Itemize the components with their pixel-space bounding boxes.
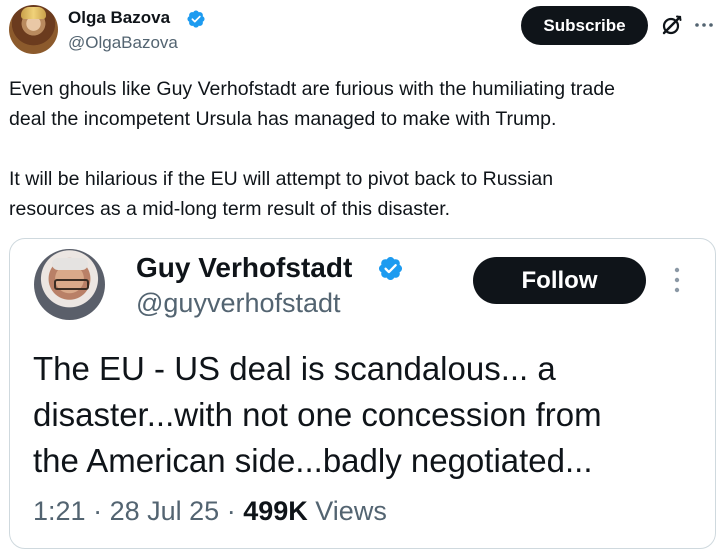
subscribe-button[interactable]: Subscribe [521, 6, 648, 45]
quoted-author-avatar[interactable] [34, 249, 105, 320]
meta-separator: · [93, 496, 103, 526]
views-label: Views [315, 496, 387, 526]
verified-badge-icon [378, 256, 403, 281]
meta-separator: · [226, 496, 236, 526]
quoted-author-handle[interactable]: @guyverhofstadt [136, 288, 341, 319]
post-time[interactable]: 1:21 [33, 496, 86, 526]
post-paragraph-2: It will be hilarious if the EU will atte… [9, 168, 554, 220]
follow-button[interactable]: Follow [473, 257, 646, 304]
grok-icon[interactable] [660, 13, 684, 37]
verified-badge-icon [187, 10, 205, 28]
author-avatar[interactable] [9, 5, 58, 54]
views-count: 499K [243, 496, 308, 526]
quoted-post-meta: 1:21 · 28 Jul 25 · 499K Views [33, 496, 387, 527]
quoted-post-card[interactable]: Guy Verhofstadt @guyverhofstadt Follow T… [9, 238, 716, 549]
author-handle[interactable]: @OlgaBazova [68, 33, 178, 53]
more-icon[interactable] [693, 17, 715, 33]
post-text: Even ghouls like Guy Verhofstadt are fur… [9, 74, 709, 224]
quoted-author-name[interactable]: Guy Verhofstadt [136, 252, 352, 284]
more-vertical-icon[interactable] [670, 265, 684, 295]
post-paragraph-1: Even ghouls like Guy Verhofstadt are fur… [9, 78, 615, 130]
author-name[interactable]: Olga Bazova [68, 8, 170, 28]
quoted-post-text: The EU - US deal is scandalous... a disa… [33, 350, 602, 479]
post-date[interactable]: 28 Jul 25 [110, 496, 220, 526]
